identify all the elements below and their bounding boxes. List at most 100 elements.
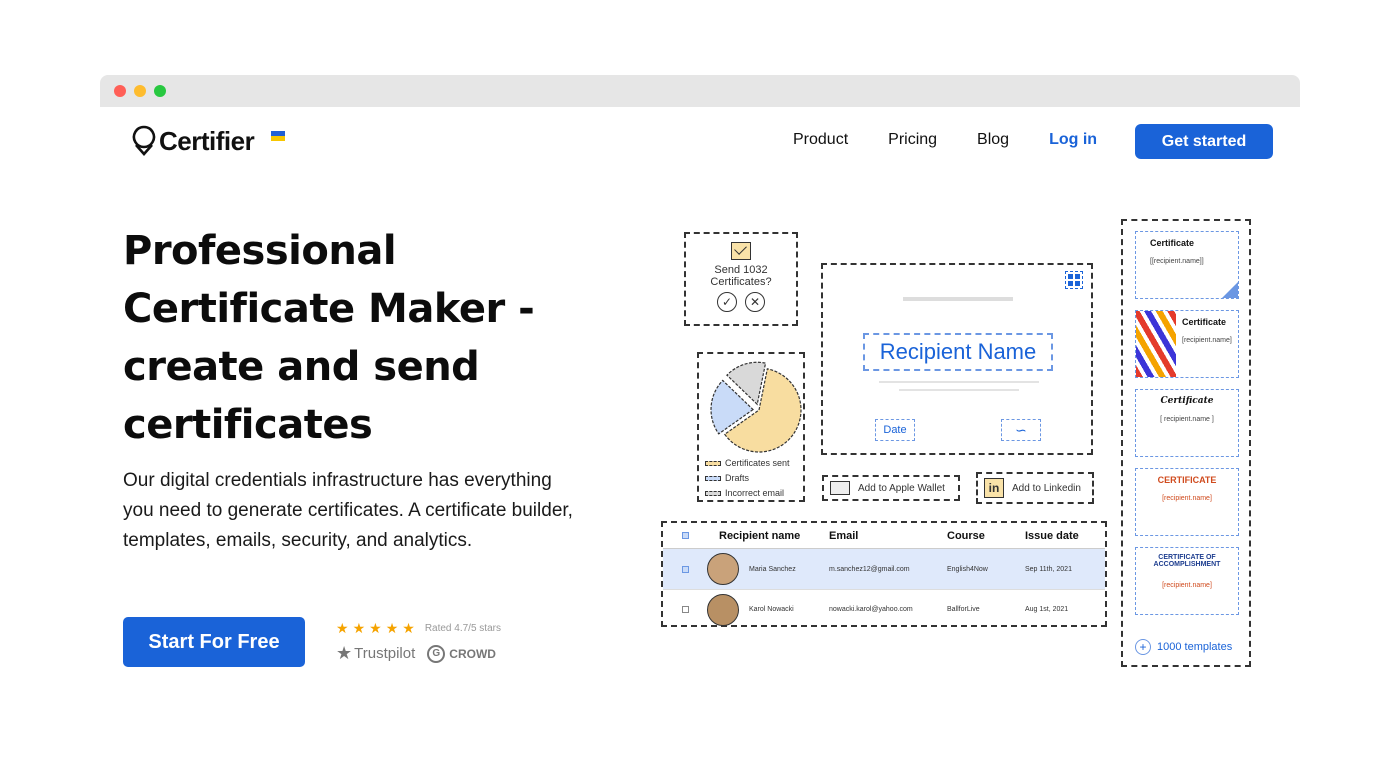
star-icon: ★ (402, 620, 415, 636)
template-thumbnail[interactable]: Certificate [[recipient.name]] (1135, 231, 1239, 299)
g2-crowd-label: CROWD (449, 646, 496, 661)
recipient-name: Karol Nowacki (749, 606, 794, 613)
hero-title-line: certificates (123, 402, 373, 448)
row-checkbox[interactable] (681, 565, 689, 573)
trustpilot-logo[interactable]: ★ Trustpilot (336, 643, 415, 664)
template-title: Certificate (1150, 238, 1195, 248)
more-templates-label: 1000 templates (1157, 641, 1233, 653)
template-subtitle: [ recipient.name ] (1160, 416, 1214, 423)
column-header[interactable]: Issue date (1025, 530, 1105, 542)
nav-link-product[interactable]: Product (793, 131, 848, 149)
avatar (707, 593, 739, 626)
template-title: CERTIFICATE OF ACCOMPLISHMENT (1153, 554, 1221, 568)
rating-text: Rated 4.7/5 stars (424, 623, 501, 634)
hero-title-line: create and send (123, 344, 480, 390)
certificate-text-line (899, 389, 1019, 391)
certifier-logo-icon (132, 125, 156, 156)
brand-name: Certifier (159, 125, 255, 156)
recipients-table: Recipient name Email Course Issue date M… (661, 521, 1107, 627)
g2-icon: G (427, 644, 446, 663)
trustpilot-label: Trustpilot (354, 645, 416, 662)
hero-description: Our digital credentials infrastructure h… (123, 470, 573, 551)
browser-window-bar (100, 75, 1300, 107)
star-icon: ★ (352, 620, 366, 636)
rating-badges: ★ ★ ★ ★ ★ Rated 4.7/5 stars ★ Trustpilot… (336, 620, 501, 664)
trustpilot-star-icon: ★ (336, 643, 353, 663)
template-subtitle: [recipient.name] (1182, 337, 1232, 344)
column-header[interactable]: Recipient name (707, 530, 829, 542)
linkedin-icon: in (984, 478, 1004, 498)
more-templates-link[interactable]: + 1000 templates (1135, 639, 1232, 655)
recipient-course: BallforLive (947, 606, 980, 613)
date-field[interactable]: Date (875, 419, 915, 441)
get-started-button[interactable]: Get started (1135, 124, 1273, 159)
close-window-icon[interactable] (114, 85, 126, 97)
star-rating: ★ ★ ★ ★ ★ Rated 4.7/5 stars (336, 620, 501, 637)
issue-date: Sep 11th, 2021 (1025, 565, 1072, 573)
hero-title: Professional Certificate Maker - create … (123, 222, 603, 454)
certifier-logo[interactable]: Certifier (132, 125, 285, 157)
table-header: Recipient name Email Course Issue date (663, 523, 1105, 549)
ukraine-flag-icon (271, 131, 285, 141)
maximize-window-icon[interactable] (154, 85, 166, 97)
wallet-icon (830, 481, 850, 495)
send-prompt: Send 1032 Certificates? (710, 264, 772, 288)
templates-panel: Certificate [[recipient.name]] Certifica… (1121, 219, 1251, 667)
column-header[interactable]: Email (829, 530, 947, 542)
template-thumbnail[interactable]: Certificate [recipient.name] (1135, 310, 1239, 378)
nav-link-pricing[interactable]: Pricing (888, 131, 937, 149)
legend-label: Drafts (725, 473, 750, 483)
plus-icon: + (1135, 639, 1151, 655)
add-to-linkedin-button[interactable]: in Add to Linkedin (976, 472, 1102, 512)
legend-label: Certificates sent (725, 458, 790, 468)
analytics-pie-chart (710, 361, 802, 453)
recipient-email: m.sanchez12@gmail.com (829, 565, 910, 573)
select-all-checkbox[interactable] (681, 532, 689, 539)
template-subtitle: [[recipient.name]] (1150, 258, 1204, 265)
row-checkbox[interactable] (681, 606, 689, 613)
add-to-apple-wallet-button[interactable]: Add to Apple Wallet (822, 475, 960, 501)
star-icon: ★ (385, 620, 399, 636)
template-title: Certificate (1160, 396, 1214, 406)
nav-link-blog[interactable]: Blog (977, 131, 1009, 149)
hero-title-line: Certificate Maker - (123, 286, 535, 332)
recipient-course: English4Now (947, 565, 988, 573)
table-row[interactable]: Maria Sanchez m.sanchez12@gmail.com Engl… (663, 549, 1105, 589)
nav-links: Product Pricing Blog Log in (793, 131, 1097, 149)
minimize-window-icon[interactable] (134, 85, 146, 97)
recipient-name-field[interactable]: Recipient Name (863, 333, 1053, 371)
template-thumbnail[interactable]: CERTIFICATE [recipient.name] (1135, 468, 1239, 536)
envelope-icon (731, 242, 751, 260)
cancel-icon[interactable]: ✕ (745, 292, 765, 312)
login-link[interactable]: Log in (1049, 131, 1097, 149)
certificate-title-placeholder (903, 297, 1013, 301)
table-row[interactable]: Karol Nowacki nowacki.karol@yahoo.com Ba… (663, 589, 1105, 629)
start-for-free-button[interactable]: Start For Free (123, 617, 305, 667)
review-site-logos: ★ Trustpilot G CROWD (336, 643, 501, 664)
template-thumbnail[interactable]: Certificate [ recipient.name ] (1135, 389, 1239, 457)
template-title: CERTIFICATE (1157, 475, 1217, 485)
star-icon: ★ (369, 620, 382, 636)
top-navigation: Certifier Product Pricing Blog Log in Ge… (100, 107, 1300, 177)
confirm-icon[interactable]: ✓ (717, 292, 737, 312)
column-header[interactable]: Course (947, 530, 1025, 542)
template-subtitle: [recipient.name] (1162, 495, 1212, 502)
g2-crowd-logo[interactable]: G CROWD (427, 644, 496, 663)
template-thumbnail[interactable]: CERTIFICATE OF ACCOMPLISHMENT [recipient… (1135, 547, 1239, 615)
template-subtitle: [recipient.name] (1162, 582, 1212, 589)
certificate-preview: Recipient Name Date ∽ (821, 263, 1105, 467)
wallet-button-label: Add to Apple Wallet (858, 482, 945, 494)
legend-item: Drafts (705, 471, 790, 486)
legend-label: Incorrect email (725, 488, 785, 498)
recipient-name: Maria Sanchez (749, 565, 796, 573)
legend-item: Incorrect email (705, 486, 790, 501)
star-icon: ★ (336, 620, 349, 636)
signature-field[interactable]: ∽ (1001, 419, 1041, 441)
issue-date: Aug 1st, 2021 (1025, 606, 1069, 613)
template-title: Certificate (1182, 317, 1227, 327)
hero-title-line: Professional (123, 228, 397, 274)
linkedin-button-label: Add to Linkedin (1012, 482, 1081, 494)
analytics-pie-card: Certificates sent Drafts Incorrect email (697, 352, 805, 502)
recipient-email: nowacki.karol@yahoo.com (829, 606, 913, 613)
qr-code-icon (1065, 271, 1083, 289)
